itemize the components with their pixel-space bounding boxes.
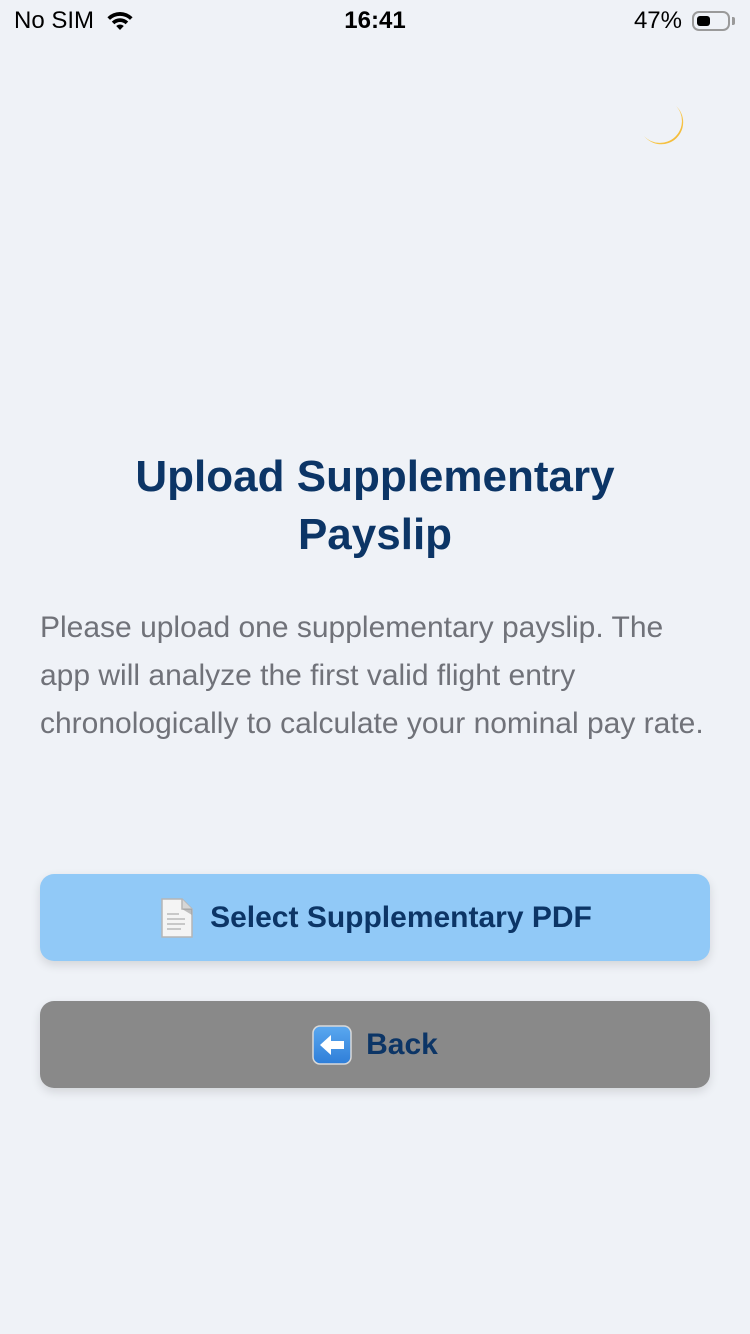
battery-level xyxy=(697,16,711,26)
select-pdf-button[interactable]: Select Supplementary PDF xyxy=(40,874,710,961)
status-right: 47% xyxy=(634,7,736,35)
select-pdf-label: Select Supplementary PDF xyxy=(210,900,592,934)
document-icon xyxy=(158,897,196,939)
back-label: Back xyxy=(366,1027,438,1061)
back-button[interactable]: Back xyxy=(40,1001,710,1088)
page-title: Upload Supplementary Payslip xyxy=(135,452,615,559)
instructions-text: Please upload one supplementary payslip.… xyxy=(40,611,704,740)
battery-icon xyxy=(692,10,736,32)
battery-percent: 47% xyxy=(633,7,682,34)
theme-toggle-button[interactable] xyxy=(636,102,692,158)
left-arrow-icon xyxy=(312,1024,352,1065)
crescent-moon-icon xyxy=(638,102,690,159)
status-bar: No SIM 16:41 47% xyxy=(0,0,750,40)
